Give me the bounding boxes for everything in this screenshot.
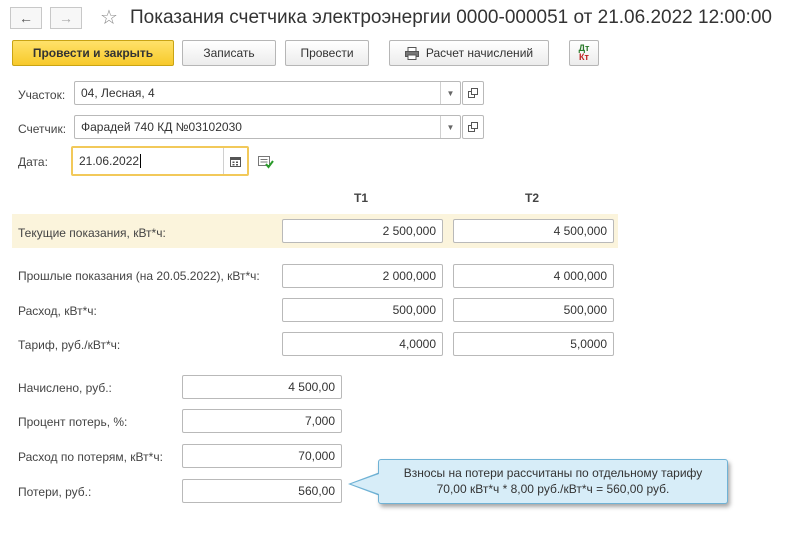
charged-label: Начислено, руб.:: [18, 381, 112, 395]
current-readings-label: Текущие показания, кВт*ч:: [18, 226, 166, 240]
callout-line-2: 70,00 кВт*ч * 8,00 руб./кВт*ч = 560,00 р…: [436, 482, 670, 496]
star-icon[interactable]: ☆: [100, 5, 118, 30]
document-check-icon[interactable]: [258, 155, 274, 172]
column-header-t2: Т2: [525, 191, 540, 205]
page-title: Показания счетчика электроэнергии 0000-0…: [130, 7, 772, 28]
current-t2-field[interactable]: 4 500,000: [453, 219, 614, 243]
info-callout: Взносы на потери рассчитаны по отдельном…: [378, 459, 728, 504]
loss-consumption-label: Расход по потерям, кВт*ч:: [18, 450, 163, 464]
printer-icon: [404, 46, 419, 60]
loss-percent-label: Процент потерь, %:: [18, 415, 128, 429]
current-t1-field[interactable]: 2 500,000: [282, 219, 443, 243]
loss-consumption-field[interactable]: 70,000: [182, 444, 342, 468]
calc-charges-label: Расчет начислений: [425, 46, 534, 60]
loss-percent-field[interactable]: 7,000: [182, 409, 342, 433]
uchastok-label: Участок:: [18, 88, 66, 102]
calendar-icon[interactable]: [223, 148, 247, 174]
chevron-down-icon[interactable]: ▼: [440, 82, 460, 104]
schetchik-value: Фарадей 740 КД №03102030: [81, 120, 242, 134]
uchastok-value: 04, Лесная, 4: [81, 86, 155, 100]
charged-field[interactable]: 4 500,00: [182, 375, 342, 399]
consumption-label: Расход, кВт*ч:: [18, 304, 97, 318]
previous-readings-label: Прошлые показания (на 20.05.2022), кВт*ч…: [18, 269, 260, 283]
open-window-icon: [468, 88, 478, 98]
column-header-t1: Т1: [354, 191, 369, 205]
post-and-close-button[interactable]: Провести и закрыть: [12, 40, 174, 66]
post-button[interactable]: Провести: [285, 40, 369, 66]
open-schetchik-button[interactable]: [462, 115, 484, 139]
callout-line-1: Взносы на потери рассчитаны по отдельном…: [403, 466, 703, 480]
arrow-left-icon: ←: [19, 10, 33, 26]
date-value: 21.06.2022: [79, 154, 140, 168]
callout-arrow-inner: [351, 474, 379, 494]
dt-kt-button[interactable]: Дт Кт: [569, 40, 599, 66]
losses-label: Потери, руб.:: [18, 485, 92, 499]
open-uchastok-button[interactable]: [462, 81, 484, 105]
schetchik-field[interactable]: Фарадей 740 КД №03102030 ▼: [74, 115, 461, 139]
previous-t2-field[interactable]: 4 000,000: [453, 264, 614, 288]
back-button[interactable]: ←: [10, 7, 42, 29]
consumption-t1-field[interactable]: 500,000: [282, 298, 443, 322]
losses-field[interactable]: 560,00: [182, 479, 342, 503]
tariff-t1-field[interactable]: 4,0000: [282, 332, 443, 356]
chevron-down-icon[interactable]: ▼: [440, 116, 460, 138]
uchastok-field[interactable]: 04, Лесная, 4 ▼: [74, 81, 461, 105]
date-label: Дата:: [18, 155, 48, 169]
forward-button[interactable]: →: [50, 7, 82, 29]
date-field[interactable]: 21.06.2022: [71, 146, 249, 176]
tariff-t2-field[interactable]: 5,0000: [453, 332, 614, 356]
open-window-icon: [468, 122, 478, 132]
previous-t1-field[interactable]: 2 000,000: [282, 264, 443, 288]
calc-charges-button[interactable]: Расчет начислений: [389, 40, 549, 66]
consumption-t2-field[interactable]: 500,000: [453, 298, 614, 322]
tariff-label: Тариф, руб./кВт*ч:: [18, 338, 121, 352]
save-button[interactable]: Записать: [182, 40, 276, 66]
arrow-right-icon: →: [59, 10, 73, 26]
dt-kt-icon: Дт Кт: [578, 43, 590, 62]
schetchik-label: Счетчик:: [18, 122, 67, 136]
